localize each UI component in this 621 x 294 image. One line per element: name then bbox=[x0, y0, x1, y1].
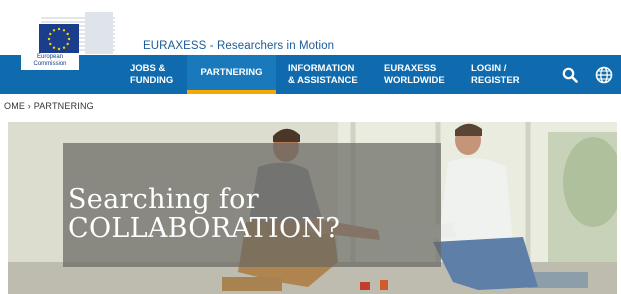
hero-banner: Searching for COLLABORATION? bbox=[8, 122, 617, 294]
nav-item-label: INFORMATION & ASSISTANCE bbox=[288, 62, 358, 86]
nav-item-label: EURAXESS WORLDWIDE bbox=[384, 62, 445, 86]
nav-item-information-assistance[interactable]: INFORMATION & ASSISTANCE bbox=[288, 55, 368, 94]
site-title[interactable]: EURAXESS - Researchers in Motion bbox=[143, 40, 334, 52]
hero-title: Searching for COLLABORATION? bbox=[68, 184, 341, 244]
nav-item-euraxess-worldwide[interactable]: EURAXESS WORLDWIDE bbox=[384, 55, 454, 94]
nav-item-jobs-funding[interactable]: JOBS & FUNDING bbox=[130, 55, 185, 94]
nav-item-label: PARTNERING bbox=[200, 66, 263, 78]
nav-item-label: JOBS & FUNDING bbox=[130, 62, 174, 86]
breadcrumb[interactable]: OME › PARTNERING bbox=[4, 101, 94, 111]
search-icon[interactable] bbox=[560, 65, 580, 85]
main-navigation: JOBS & FUNDING PARTNERING INFORMATION & … bbox=[0, 55, 621, 94]
logo-caption: European Commission bbox=[21, 53, 79, 70]
nav-item-label: LOGIN / REGISTER bbox=[471, 62, 520, 86]
nav-item-login-register[interactable]: LOGIN / REGISTER bbox=[471, 55, 531, 94]
nav-item-partnering[interactable]: PARTNERING bbox=[187, 55, 276, 94]
globe-icon[interactable] bbox=[594, 65, 614, 85]
